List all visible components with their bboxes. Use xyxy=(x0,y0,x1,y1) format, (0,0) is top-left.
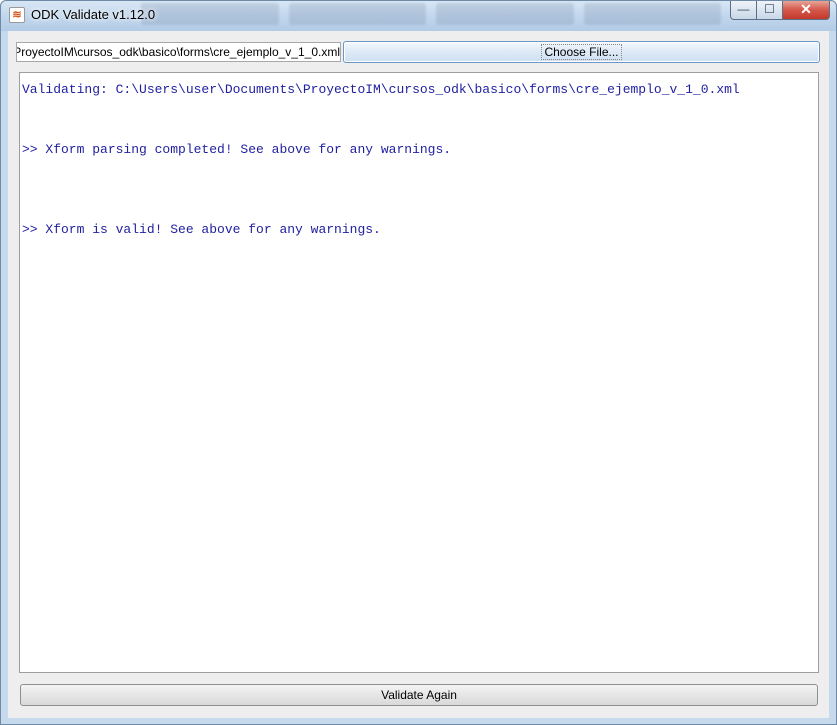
validate-again-button[interactable]: Validate Again xyxy=(20,684,818,706)
output-line-valid: >> Xform is valid! See above for any war… xyxy=(22,222,381,237)
title-bar[interactable]: ≋ ODK Validate v1.12.0 — ☐ ✕ xyxy=(1,1,836,31)
maximize-icon[interactable]: ☐ xyxy=(757,1,783,20)
minimize-icon[interactable]: — xyxy=(730,1,757,20)
app-window: ≋ ODK Validate v1.12.0 — ☐ ✕ ents\Proyec… xyxy=(0,0,837,725)
file-path-text: ents\ProyectoIM\cursos_odk\basico\forms\… xyxy=(16,45,340,59)
window-title: ODK Validate v1.12.0 xyxy=(31,7,156,22)
validation-output[interactable]: Validating: C:\Users\user\Documents\Proy… xyxy=(19,72,819,673)
odk-app-icon[interactable]: ≋ xyxy=(9,7,25,23)
close-icon[interactable]: ✕ xyxy=(783,1,830,20)
choose-file-label: Choose File... xyxy=(541,44,622,60)
client-area: ents\ProyectoIM\cursos_odk\basico\forms\… xyxy=(8,31,829,718)
file-path-field[interactable]: ents\ProyectoIM\cursos_odk\basico\forms\… xyxy=(16,42,341,62)
choose-file-button[interactable]: Choose File... xyxy=(343,41,820,63)
output-line-validating: Validating: C:\Users\user\Documents\Proy… xyxy=(22,82,740,97)
background-blur xyxy=(141,3,721,27)
output-line-parsing: >> Xform parsing completed! See above fo… xyxy=(22,142,452,157)
window-controls: — ☐ ✕ xyxy=(730,1,830,20)
